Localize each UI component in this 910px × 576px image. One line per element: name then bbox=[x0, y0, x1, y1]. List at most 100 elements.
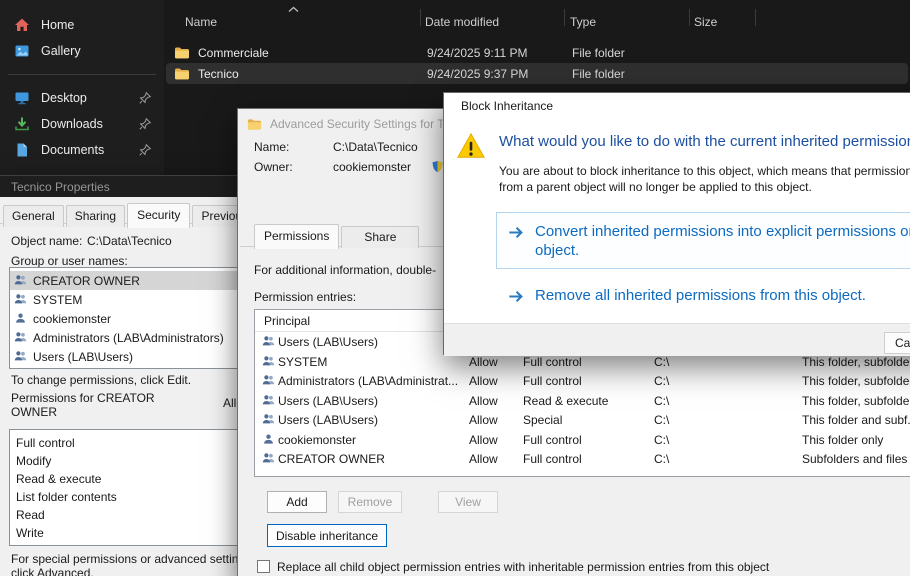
table-row[interactable]: cookiemonster Allow Full control C:\ Thi… bbox=[255, 430, 910, 450]
desktop-icon bbox=[14, 90, 31, 107]
column-divider[interactable] bbox=[420, 9, 421, 26]
file-name: Commerciale bbox=[198, 46, 427, 60]
cell-type: Allow bbox=[469, 355, 498, 369]
convert-permissions-command-link[interactable]: Convert inherited permissions into expli… bbox=[496, 212, 910, 269]
advanced-hint: For special permissions or advanced sett… bbox=[11, 552, 263, 576]
cell-type: Allow bbox=[469, 374, 498, 388]
sidebar-item-label: Gallery bbox=[41, 44, 81, 58]
tab-general[interactable]: General bbox=[3, 205, 64, 227]
gallery-icon bbox=[14, 43, 31, 60]
group-item-label: cookiemonster bbox=[33, 312, 111, 326]
group-icon bbox=[14, 293, 27, 306]
block-dialog-heading: What would you like to do with the curre… bbox=[499, 133, 910, 150]
table-row[interactable]: Administrators (LAB\Administrat... Allow… bbox=[255, 371, 910, 391]
cell-inherited-from: C:\ bbox=[654, 374, 669, 388]
file-name: Tecnico bbox=[198, 67, 427, 81]
cell-access: Full control bbox=[523, 452, 582, 466]
cell-principal: SYSTEM bbox=[278, 355, 327, 369]
tab-permissions[interactable]: Permissions bbox=[254, 224, 339, 249]
sidebar-item-home[interactable]: Home bbox=[4, 12, 160, 38]
cell-principal: Users (LAB\Users) bbox=[278, 394, 378, 408]
disable-inheritance-button[interactable]: Disable inheritance bbox=[267, 524, 387, 547]
cancel-button[interactable]: Cancel bbox=[884, 332, 910, 354]
group-item-label: SYSTEM bbox=[33, 293, 82, 307]
cell-applies-to: This folder, subfolde... bbox=[802, 374, 910, 388]
tab-share[interactable]: Share bbox=[341, 226, 419, 248]
user-icon bbox=[14, 312, 27, 325]
group-icon bbox=[262, 355, 275, 368]
cell-applies-to: Subfolders and files o... bbox=[802, 452, 910, 466]
column-header-name[interactable]: Name bbox=[185, 15, 217, 29]
pin-icon bbox=[138, 91, 152, 105]
sidebar-item-label: Downloads bbox=[41, 117, 103, 131]
cell-applies-to: This folder only bbox=[802, 433, 883, 447]
remove-permissions-command-link[interactable]: Remove all inherited permissions from th… bbox=[496, 277, 910, 317]
folder-icon bbox=[174, 45, 190, 61]
tab-sharing[interactable]: Sharing bbox=[66, 205, 125, 227]
column-header-principal[interactable]: Principal bbox=[264, 314, 310, 328]
arrow-right-icon bbox=[508, 289, 526, 317]
sidebar-item-desktop[interactable]: Desktop bbox=[4, 85, 160, 111]
owner-label: Owner: bbox=[254, 160, 293, 174]
replace-permissions-checkbox-label[interactable]: Replace all child object permission entr… bbox=[277, 560, 769, 574]
folder-icon bbox=[174, 66, 190, 82]
file-row-commerciale[interactable]: Commerciale 9/24/2025 9:11 PM File folde… bbox=[166, 42, 908, 63]
sidebar-item-gallery[interactable]: Gallery bbox=[4, 38, 160, 64]
column-divider[interactable] bbox=[564, 9, 565, 26]
cell-principal: cookiemonster bbox=[278, 433, 356, 447]
add-button[interactable]: Add bbox=[267, 491, 327, 513]
group-icon bbox=[14, 331, 27, 344]
view-button[interactable]: View bbox=[438, 491, 498, 513]
advanced-tabs: Permissions Share bbox=[254, 223, 421, 248]
user-icon bbox=[262, 433, 275, 446]
remove-button[interactable]: Remove bbox=[338, 491, 402, 513]
column-divider[interactable] bbox=[689, 9, 690, 26]
cell-access: Full control bbox=[523, 374, 582, 388]
block-dialog-footer: Cancel bbox=[444, 323, 910, 356]
sidebar-item-downloads[interactable]: Downloads bbox=[4, 111, 160, 137]
additional-info-text: For additional information, double- bbox=[254, 263, 436, 277]
cell-access: Full control bbox=[523, 355, 582, 369]
sidebar-separator bbox=[8, 74, 156, 75]
column-header-size[interactable]: Size bbox=[694, 15, 717, 29]
group-icon bbox=[262, 413, 275, 426]
cell-inherited-from: C:\ bbox=[654, 452, 669, 466]
cell-inherited-from: C:\ bbox=[654, 394, 669, 408]
file-type: File folder bbox=[572, 67, 702, 81]
file-list-headers: Name Date modified Type Size bbox=[164, 0, 910, 36]
documents-icon bbox=[14, 142, 31, 159]
replace-permissions-checkbox-row: Replace all child object permission entr… bbox=[257, 560, 910, 574]
block-dialog-body-text: You are about to block inheritance to th… bbox=[499, 163, 910, 195]
sidebar-item-label: Home bbox=[41, 18, 74, 32]
file-row-tecnico-selected[interactable]: Tecnico 9/24/2025 9:37 PM File folder bbox=[166, 63, 908, 84]
home-icon bbox=[14, 17, 31, 34]
cell-inherited-from: C:\ bbox=[654, 413, 669, 427]
cell-access: Read & execute bbox=[523, 394, 608, 408]
cell-access: Special bbox=[523, 413, 562, 427]
sidebar-item-documents[interactable]: Documents bbox=[4, 137, 160, 163]
cell-type: Allow bbox=[469, 413, 498, 427]
tab-security[interactable]: Security bbox=[127, 203, 190, 228]
table-row[interactable]: CREATOR OWNER Allow Full control C:\ Sub… bbox=[255, 449, 910, 469]
group-item-label: Administrators (LAB\Administrators) bbox=[33, 331, 224, 345]
group-icon bbox=[262, 374, 275, 387]
name-value: C:\Data\Tecnico bbox=[333, 140, 418, 154]
group-list-label: Group or user names: bbox=[11, 254, 128, 268]
checkbox-unchecked-icon[interactable] bbox=[257, 560, 270, 573]
column-header-date-modified[interactable]: Date modified bbox=[425, 15, 499, 29]
cell-inherited-from: C:\ bbox=[654, 355, 669, 369]
sort-ascending-icon bbox=[288, 2, 299, 16]
arrow-right-icon bbox=[508, 225, 526, 268]
column-header-type[interactable]: Type bbox=[570, 15, 596, 29]
pin-icon bbox=[138, 143, 152, 157]
cell-type: Allow bbox=[469, 394, 498, 408]
table-row[interactable]: Users (LAB\Users) Allow Special C:\ This… bbox=[255, 410, 910, 430]
cell-access: Full control bbox=[523, 433, 582, 447]
group-item-label: CREATOR OWNER bbox=[33, 274, 140, 288]
group-icon bbox=[14, 350, 27, 363]
cell-type: Allow bbox=[469, 452, 498, 466]
table-row[interactable]: Users (LAB\Users) Allow Read & execute C… bbox=[255, 391, 910, 411]
permissions-for-label: Permissions for CREATOR OWNER bbox=[11, 391, 161, 419]
column-divider[interactable] bbox=[755, 9, 756, 26]
block-dialog-titlebar[interactable]: Block Inheritance bbox=[444, 93, 910, 119]
